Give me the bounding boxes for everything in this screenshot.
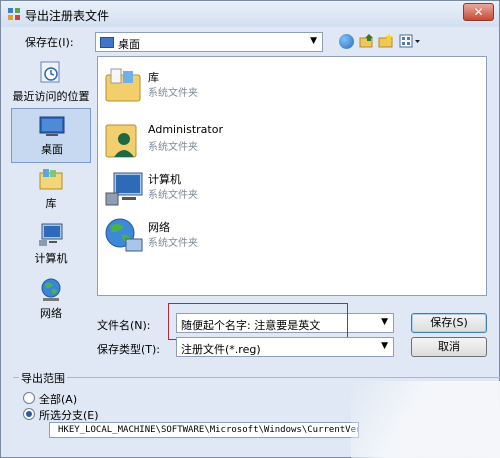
place-libraries[interactable]: 库 — [11, 163, 91, 218]
item-name: 网络 — [148, 221, 170, 234]
place-desktop[interactable]: 桌面 — [11, 108, 91, 163]
registry-icon — [8, 8, 20, 20]
chevron-down-icon: ▼ — [310, 36, 317, 46]
places-bar: 最近访问的位置 桌面 库 计算机 网络 — [11, 56, 91, 326]
user-folder-icon — [105, 124, 137, 158]
file-list[interactable]: 库 系统文件夹 Administrator 系统文件夹 计算机 系统文件夹 网络… — [97, 56, 487, 296]
radio-all-label[interactable]: 全部(A) — [39, 391, 77, 407]
place-label: 最近访问的位置 — [12, 90, 90, 103]
item-type: 系统文件夹 — [148, 190, 198, 201]
place-label: 库 — [45, 197, 57, 210]
item-type: 系统文件夹 — [148, 88, 198, 99]
dialog-title: 导出注册表文件 — [25, 9, 110, 23]
filename-label: 文件名(N): — [97, 319, 151, 332]
up-folder-icon — [359, 34, 373, 48]
radio-selected-branch-label[interactable]: 所选分支(E) — [39, 407, 99, 423]
item-type: 系统文件夹 — [148, 142, 198, 153]
radio-selected-branch[interactable] — [23, 408, 35, 420]
desktop-icon — [100, 37, 114, 48]
save-in-label: 保存在(I): — [25, 36, 74, 49]
close-button[interactable]: ✕ — [463, 3, 494, 21]
library-folder-icon — [105, 68, 141, 102]
filetype-label: 保存类型(T): — [97, 343, 161, 356]
network-icon — [41, 278, 61, 301]
list-item[interactable]: Administrator 系统文件夹 — [100, 119, 350, 167]
place-recent[interactable]: 最近访问的位置 — [11, 56, 91, 111]
filetype-select[interactable]: 注册文件(*.reg) ▼ — [176, 337, 394, 357]
recent-places-icon — [40, 61, 60, 83]
chevron-down-icon[interactable]: ▼ — [381, 341, 388, 351]
network-icon — [105, 218, 143, 252]
chevron-down-icon[interactable]: ▼ — [381, 317, 388, 327]
back-globe-icon — [338, 34, 354, 49]
item-type: 系统文件夹 — [148, 238, 198, 249]
list-item[interactable]: 网络 系统文件夹 — [100, 215, 350, 263]
item-name: 计算机 — [148, 173, 181, 186]
place-computer[interactable]: 计算机 — [11, 218, 91, 273]
filetype-value: 注册文件(*.reg) — [181, 343, 261, 356]
view-menu-icon — [399, 34, 420, 48]
export-registry-dialog: 导出注册表文件 ✕ 保存在(I): 桌面 ▼ 最近访问的位置 桌面 库 计算机 … — [0, 0, 500, 458]
place-label: 网络 — [40, 307, 62, 320]
radio-all[interactable] — [23, 392, 35, 404]
save-in-combobox[interactable]: 桌面 ▼ — [95, 32, 323, 52]
cancel-button[interactable]: 取消 — [411, 337, 487, 357]
back-button[interactable] — [336, 32, 356, 52]
desktop-icon — [39, 116, 65, 136]
save-button[interactable]: 保存(S) — [411, 313, 487, 333]
new-folder-icon — [378, 33, 393, 48]
place-label: 计算机 — [34, 252, 68, 265]
place-network[interactable]: 网络 — [11, 273, 91, 328]
list-item[interactable]: 计算机 系统文件夹 — [100, 167, 350, 215]
computer-icon — [39, 223, 63, 246]
library-icon — [39, 169, 63, 190]
place-label: 桌面 — [41, 143, 63, 156]
title-bar[interactable]: 导出注册表文件 ✕ — [1, 1, 499, 27]
branch-path-input[interactable]: HKEY_LOCAL_MACHINE\SOFTWARE\Microsoft\Wi… — [49, 422, 359, 438]
item-name: Administrator — [148, 123, 223, 136]
new-folder-button[interactable] — [376, 32, 396, 52]
annotation-highlight — [168, 303, 348, 340]
view-menu-button[interactable] — [397, 32, 423, 52]
item-name: 库 — [148, 71, 159, 84]
export-range-title: 导出范围 — [19, 370, 67, 386]
watermark-overlay — [351, 381, 500, 458]
save-in-value: 桌面 — [118, 38, 140, 51]
list-item[interactable]: 库 系统文件夹 — [100, 65, 350, 113]
up-folder-button[interactable] — [357, 32, 377, 52]
computer-icon — [105, 172, 143, 206]
